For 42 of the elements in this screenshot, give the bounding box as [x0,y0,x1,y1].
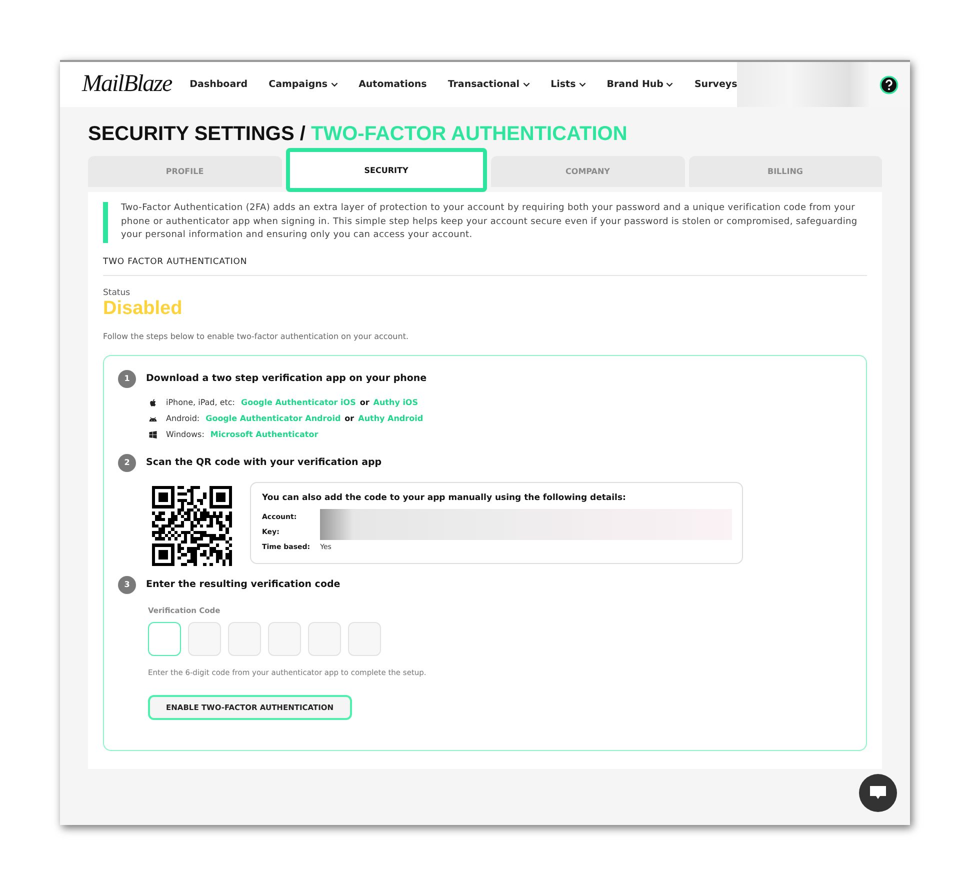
nav-link[interactable]: Brand Hub [606,79,674,90]
intro-text: Two-Factor Authentication (2FA) adds an extra layer of protection to your account by requiring both your password and a unique verification code from your phone or authenticator app when signing in. This simple step helps keep your account secure even if your password is stolen or compromised, safeguarding your personal information and ensuring only you can access your account. [103,202,867,242]
nav-link[interactable]: Campaigns [268,79,338,90]
platform-label: Windows: [166,430,204,439]
step-title: Enter the resulting verification code [146,579,340,590]
apple-icon [148,398,158,408]
digit-field[interactable] [348,622,381,656]
status-value: Disabled [103,298,184,320]
status-label: Status [103,288,132,298]
nav-link[interactable]: Automations [358,79,427,90]
digit-field[interactable] [148,622,181,656]
step-number: 2 [118,454,136,472]
step-title: Scan the QR code with your verification app [146,457,382,468]
digit-field[interactable] [268,622,301,656]
nav-link[interactable]: Transactional [448,79,530,90]
platform-label: iPhone, iPad, etc: [166,398,235,407]
hint-text: Follow the steps below to enable two-factor authentication on your account. [103,332,410,340]
tab[interactable]: SECURITY [286,148,487,192]
windows-icon [148,430,158,440]
digit-field[interactable] [188,622,221,656]
caret-icon [330,82,338,87]
caret-icon [578,82,586,87]
nav-link[interactable]: Lists [550,79,586,90]
section-heading: TWO FACTOR AUTHENTICATION [103,256,867,276]
step-number: 3 [118,576,136,594]
nav-link[interactable]: Surveys [694,79,738,90]
step-title: Download a two step verification app on your phone [146,373,427,384]
caret-icon [666,82,674,87]
manual-heading: You can also add the code to your app manually using the following details: [262,492,627,502]
digit-field[interactable] [308,622,341,656]
help-icon[interactable] [879,74,900,94]
digit-field[interactable] [228,622,261,656]
logo[interactable]: MailBlaze [82,71,172,98]
step-number: 1 [118,370,136,388]
or-text: or [360,398,370,407]
nav-link[interactable]: Dashboard [190,79,248,90]
or-text: or [344,414,354,423]
page-title: SECURITY SETTINGS / [88,123,306,145]
caret-icon [522,82,530,87]
page-subtitle: TWO-FACTOR AUTHENTICATION [311,123,628,145]
chat-icon[interactable] [859,774,897,812]
platform-label: Android: [166,414,200,423]
